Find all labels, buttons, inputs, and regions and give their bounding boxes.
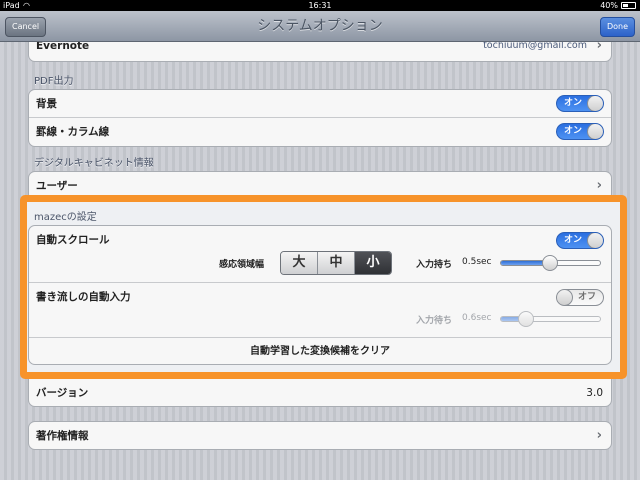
user-label: ユーザー bbox=[36, 180, 78, 192]
pdf-gridline-toggle[interactable]: オン bbox=[556, 123, 604, 140]
segment-large[interactable]: 大 bbox=[281, 252, 318, 274]
status-time: 16:31 bbox=[308, 1, 332, 10]
pdf-section-header: PDF出力 bbox=[34, 76, 74, 87]
input-wait-value: 0.6sec bbox=[462, 313, 492, 323]
scroll-wait-label: 入力持ち bbox=[416, 260, 453, 270]
done-button-overlay[interactable]: Done bbox=[599, 17, 635, 37]
status-bar: iPad ◠ 16:31 40% bbox=[0, 0, 640, 11]
battery-icon bbox=[621, 2, 636, 9]
pdf-gridline-row: 罫線・カラム線 オン bbox=[29, 118, 611, 146]
auto-scroll-row: 自動スクロール オン 感応領域幅 大 中 小 入力持ち 0.5sec bbox=[29, 226, 611, 283]
version-row: バージョン 3.0 bbox=[29, 379, 611, 406]
pdf-group: 背景 オン 罫線・カラム線 オン bbox=[28, 89, 612, 147]
copyright-group: 著作権情報 › bbox=[28, 421, 612, 450]
sensitivity-label: 感応領域幅 bbox=[219, 260, 265, 270]
auto-input-label: 書き流しの自動入力 bbox=[36, 291, 131, 303]
auto-input-toggle[interactable]: オフ bbox=[556, 289, 604, 306]
battery-percent: 40% bbox=[600, 1, 618, 10]
copyright-row[interactable]: 著作権情報 › bbox=[29, 422, 611, 449]
toggle-knob bbox=[587, 233, 603, 248]
input-wait-slider[interactable] bbox=[500, 311, 601, 327]
pdf-background-row: 背景 オン bbox=[29, 90, 611, 118]
scroll-wait-value: 0.5sec bbox=[462, 257, 492, 267]
slider-thumb[interactable] bbox=[541, 255, 558, 271]
segment-medium[interactable]: 中 bbox=[318, 252, 355, 274]
cabinet-section-header: デジタルキャビネット情報 bbox=[34, 158, 154, 169]
version-value: 3.0 bbox=[586, 387, 603, 399]
pdf-background-label: 背景 bbox=[36, 98, 57, 110]
nav-bar-overlay: Cancel システムオプション Done bbox=[0, 11, 640, 42]
slider-thumb[interactable] bbox=[517, 311, 534, 327]
pdf-gridline-label: 罫線・カラム線 bbox=[36, 126, 110, 138]
mazec-group: 自動スクロール オン 感応領域幅 大 中 小 入力持ち 0.5sec 書き流しの… bbox=[28, 225, 612, 365]
sensitivity-segmented-control[interactable]: 大 中 小 bbox=[280, 251, 392, 275]
toggle-knob bbox=[587, 124, 603, 139]
toggle-knob bbox=[557, 290, 573, 305]
chevron-right-icon: › bbox=[596, 428, 602, 443]
auto-input-row: 書き流しの自動入力 オフ 入力待ち 0.6sec bbox=[29, 283, 611, 338]
page-title-overlay: システムオプション bbox=[257, 18, 383, 34]
toggle-knob bbox=[587, 96, 603, 111]
mazec-section-header: mazecの設定 bbox=[34, 212, 97, 223]
copyright-label: 著作権情報 bbox=[36, 430, 89, 442]
auto-scroll-label: 自動スクロール bbox=[36, 234, 110, 246]
clear-learned-candidates-button[interactable]: 自動学習した変換候補をクリア bbox=[29, 338, 611, 364]
version-group: バージョン 3.0 bbox=[28, 379, 612, 407]
input-wait-label: 入力待ち bbox=[416, 316, 453, 326]
version-label: バージョン bbox=[36, 387, 89, 399]
auto-scroll-toggle[interactable]: オン bbox=[556, 232, 604, 249]
pdf-background-toggle[interactable]: オン bbox=[556, 95, 604, 112]
scroll-wait-slider[interactable] bbox=[500, 255, 601, 271]
segment-small[interactable]: 小 bbox=[355, 252, 391, 274]
